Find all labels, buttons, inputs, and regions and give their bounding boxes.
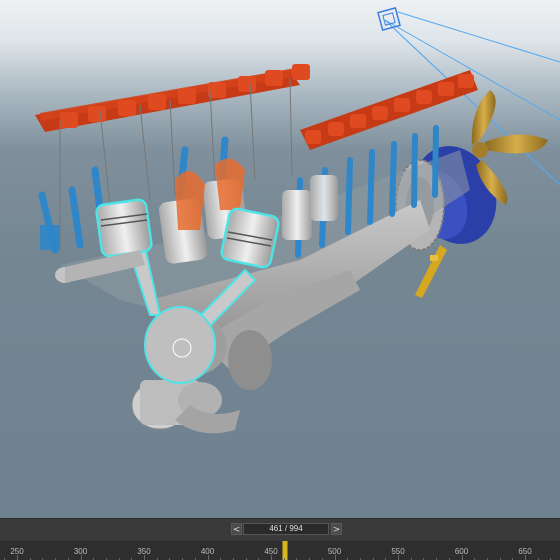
- frame-counter-field[interactable]: 461 / 994: [243, 523, 329, 535]
- ruler-tick: [398, 555, 399, 560]
- ruler-tick: [144, 555, 145, 560]
- ruler-tick: [334, 555, 336, 560]
- next-frame-button[interactable]: >: [331, 523, 342, 535]
- timeline-ruler[interactable]: 250 300 350 400 450 500 550 600 650: [0, 541, 560, 560]
- previous-frame-button[interactable]: <: [231, 523, 242, 535]
- app-window: < 461 / 994 > 250 300 350 400 450 500 550 600 65…: [0, 0, 560, 560]
- ruler-tick: [17, 555, 18, 560]
- ruler-tick: [461, 555, 463, 560]
- valve-train-right-bank[interactable]: [300, 70, 478, 150]
- 3d-viewport[interactable]: [0, 0, 560, 518]
- fuel-pump-part[interactable]: [415, 245, 447, 298]
- engine-model-render[interactable]: [0, 0, 560, 518]
- timeline-panel: < 461 / 994 > 250 300 350 400 450 500 550 600 65…: [0, 518, 560, 560]
- ruler-tick: [207, 555, 209, 560]
- ruler-tick: [271, 555, 272, 560]
- valve-train-left-bank[interactable]: [35, 64, 310, 132]
- ruler-tick: [525, 555, 526, 560]
- ruler-tick: [80, 555, 82, 560]
